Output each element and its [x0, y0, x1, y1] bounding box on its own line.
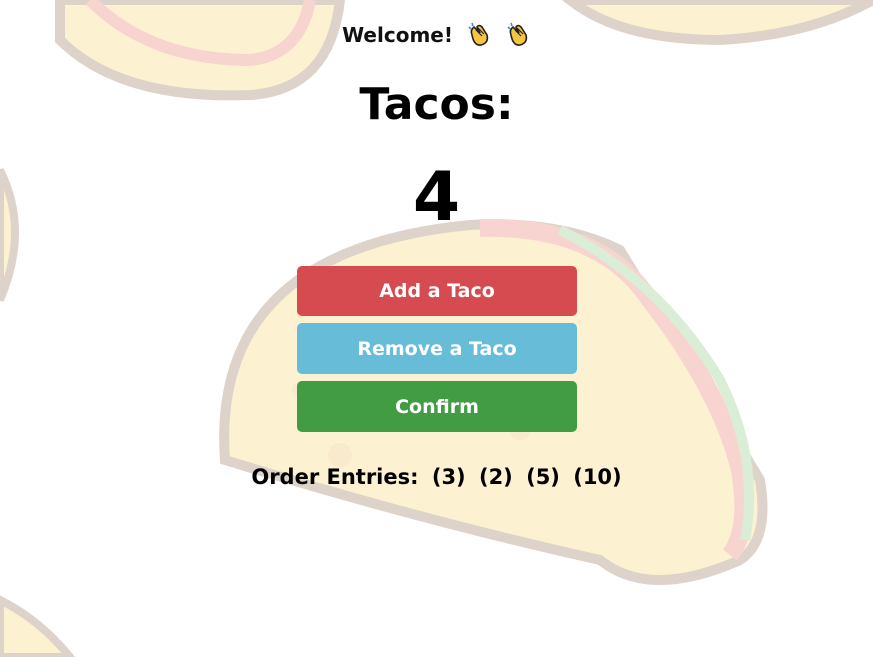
clapping-hands-icon — [466, 21, 492, 55]
remove-taco-button[interactable]: Remove a Taco — [297, 323, 577, 374]
page: Welcome! Tacos: 4 Add a Taco Remove a Ta… — [0, 0, 873, 657]
welcome-message: Welcome! — [0, 20, 873, 55]
order-entry: (10) — [573, 465, 622, 489]
order-entry: (2) — [478, 465, 513, 489]
order-entries: Order Entries: (3) (2) (5) (10) — [0, 462, 873, 492]
add-taco-button[interactable]: Add a Taco — [297, 266, 577, 316]
clapping-hands-icon — [505, 21, 531, 55]
main-content: Welcome! Tacos: 4 Add a Taco Remove a Ta… — [0, 0, 873, 657]
order-entry: (3) — [431, 465, 466, 489]
tacos-title: Tacos: — [359, 79, 514, 130]
taco-count: 4 — [412, 158, 461, 237]
order-entry: (5) — [526, 465, 560, 489]
order-entries-label: Order Entries: — [251, 465, 419, 489]
confirm-button[interactable]: Confirm — [297, 381, 577, 432]
welcome-text: Welcome! — [342, 23, 453, 47]
